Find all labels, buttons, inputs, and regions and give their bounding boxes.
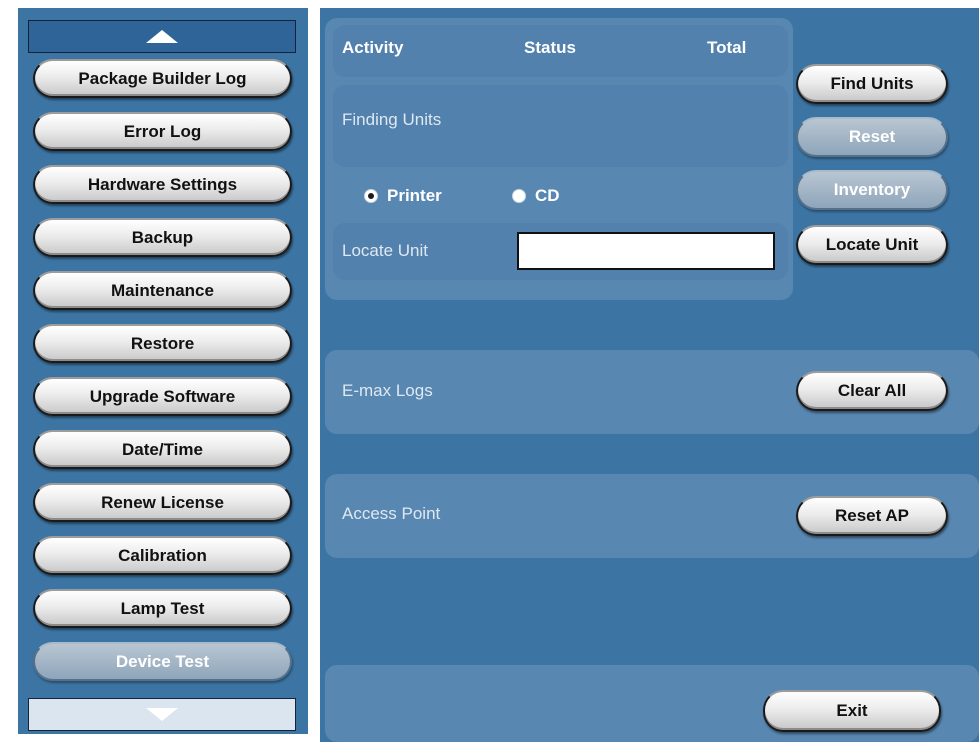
reset-button[interactable]: Reset <box>796 117 948 157</box>
exit-button[interactable]: Exit <box>763 690 941 732</box>
menu-hardware-settings-button[interactable]: Hardware Settings <box>33 165 292 204</box>
left-menu-panel: Package Builder Log Error Log Hardware S… <box>18 8 308 734</box>
menu-maintenance-button[interactable]: Maintenance <box>33 271 292 310</box>
menu-upgrade-software-button[interactable]: Upgrade Software <box>33 377 292 416</box>
access-point-label: Access Point <box>342 504 441 523</box>
menu-lamp-test-button[interactable]: Lamp Test <box>33 589 292 628</box>
locate-unit-input[interactable] <box>517 232 775 270</box>
triangle-up-icon <box>146 30 178 43</box>
menu-renew-license-button[interactable]: Renew License <box>33 483 292 522</box>
clear-all-button[interactable]: Clear All <box>796 371 948 411</box>
reset-ap-button[interactable]: Reset AP <box>796 496 948 536</box>
activity-status-text: Finding Units <box>342 110 442 129</box>
triangle-down-icon <box>146 708 178 721</box>
inventory-button[interactable]: Inventory <box>796 170 948 210</box>
menu-error-log-button[interactable]: Error Log <box>33 112 292 151</box>
menu-backup-button[interactable]: Backup <box>33 218 292 257</box>
menu-restore-button[interactable]: Restore <box>33 324 292 363</box>
menu-date-time-button[interactable]: Date/Time <box>33 430 292 469</box>
cd-radio[interactable]: CD <box>512 186 560 206</box>
printer-radio[interactable]: Printer <box>364 186 442 206</box>
activity-header: Activity <box>342 38 404 57</box>
radio-selected-icon <box>364 189 378 203</box>
total-header: Total <box>707 38 747 57</box>
scroll-up-button[interactable] <box>28 20 296 53</box>
cd-radio-label: CD <box>535 186 560 205</box>
emax-logs-label: E-max Logs <box>342 381 433 400</box>
locate-unit-button[interactable]: Locate Unit <box>796 225 948 265</box>
printer-radio-label: Printer <box>387 186 442 205</box>
locate-unit-label: Locate Unit <box>342 241 428 260</box>
menu-calibration-button[interactable]: Calibration <box>33 536 292 575</box>
status-header: Status <box>524 38 576 57</box>
menu-package-builder-log-button[interactable]: Package Builder Log <box>33 59 292 98</box>
scroll-down-button[interactable] <box>28 698 296 731</box>
menu-device-test-button[interactable]: Device Test <box>33 642 292 681</box>
radio-unselected-icon <box>512 189 526 203</box>
find-units-button[interactable]: Find Units <box>796 64 948 104</box>
